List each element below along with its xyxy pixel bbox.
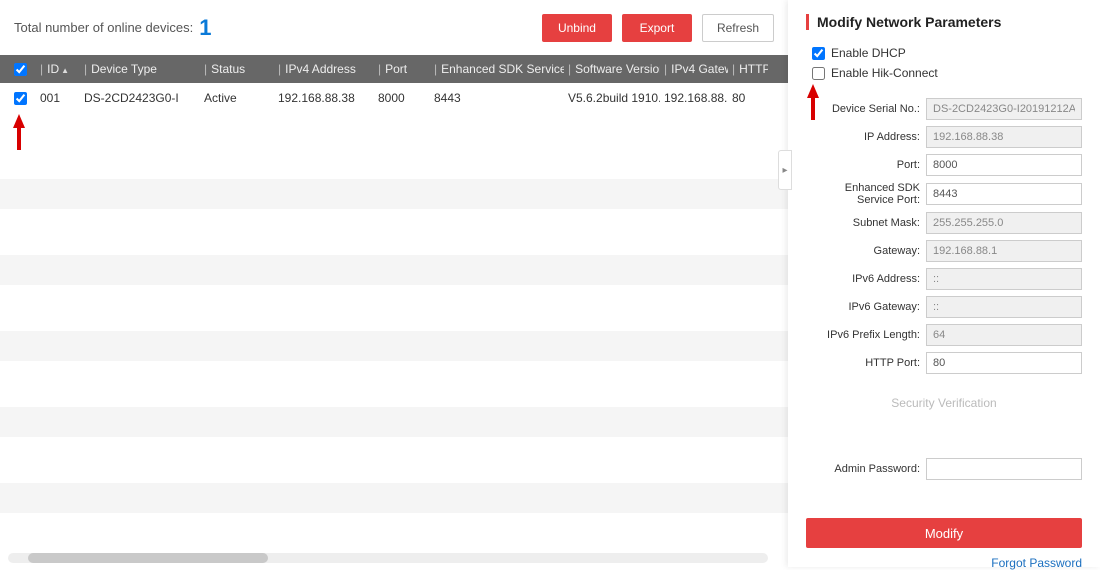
col-http[interactable]: HTTP xyxy=(739,62,768,76)
table-header: |ID▲ |Device Type |Status |IPv4 Address … xyxy=(0,55,788,83)
empty-row xyxy=(0,407,788,437)
cell-id: 001 xyxy=(36,91,80,105)
network-form: Device Serial No.: IP Address: Port: Enh… xyxy=(806,98,1082,570)
col-software-version[interactable]: Software Version xyxy=(575,62,660,76)
panel-title: Modify Network Parameters xyxy=(806,14,1082,30)
ipv6a-input xyxy=(926,268,1082,290)
modify-panel: ▸ Modify Network Parameters Enable DHCP … xyxy=(788,0,1100,567)
enable-dhcp-label: Enable DHCP xyxy=(831,46,906,60)
table-row[interactable]: 001 DS-2CD2423G0-I Active 192.168.88.38 … xyxy=(0,83,788,113)
select-all-checkbox[interactable] xyxy=(14,63,27,76)
cell-software-version: V5.6.2build 1910... xyxy=(564,91,660,105)
h-scrollbar[interactable] xyxy=(8,553,768,563)
device-count-label: Total number of online devices: xyxy=(14,20,193,35)
sort-icon: ▲ xyxy=(61,66,69,75)
mask-input xyxy=(926,212,1082,234)
col-ipv4-gateway[interactable]: IPv4 Gateway xyxy=(671,62,728,76)
gateway-input xyxy=(926,240,1082,262)
col-ipv4[interactable]: IPv4 Address xyxy=(285,62,356,76)
empty-row xyxy=(0,445,788,475)
serial-input xyxy=(926,98,1082,120)
admin-password-label: Admin Password: xyxy=(806,463,926,475)
table-body: 001 DS-2CD2423G0-I Active 192.168.88.38 … xyxy=(0,83,788,113)
col-status[interactable]: Status xyxy=(211,62,245,76)
mask-label: Subnet Mask: xyxy=(806,217,926,229)
h-scrollbar-thumb[interactable] xyxy=(28,553,268,563)
topbar: Total number of online devices: 1 Unbind… xyxy=(0,0,788,55)
cell-device-type: DS-2CD2423G0-I xyxy=(80,91,200,105)
device-count-value: 1 xyxy=(199,15,211,41)
empty-row xyxy=(0,331,788,361)
cell-http: 80 xyxy=(728,91,768,105)
empty-row xyxy=(0,369,788,399)
ipv6p-input xyxy=(926,324,1082,346)
enable-hikconnect-label: Enable Hik-Connect xyxy=(831,66,938,80)
http-port-input[interactable] xyxy=(926,352,1082,374)
enable-dhcp-checkbox[interactable] xyxy=(812,47,825,60)
ip-input xyxy=(926,126,1082,148)
forgot-password-link[interactable]: Forgot Password xyxy=(806,556,1082,570)
empty-row xyxy=(0,179,788,209)
ipv6g-input xyxy=(926,296,1082,318)
refresh-button[interactable]: Refresh xyxy=(702,14,774,42)
row-checkbox[interactable] xyxy=(14,92,27,105)
empty-row xyxy=(0,217,788,247)
cell-status: Active xyxy=(200,91,274,105)
sdk-port-input[interactable] xyxy=(926,183,1082,205)
cell-sdk-port: 8443 xyxy=(430,91,564,105)
empty-row xyxy=(0,293,788,323)
cell-ipv4: 192.168.88.38 xyxy=(274,91,374,105)
security-verification-label: Security Verification xyxy=(806,396,1082,410)
export-button[interactable]: Export xyxy=(622,14,692,42)
http-port-label: HTTP Port: xyxy=(806,357,926,369)
sdk-port-label: Enhanced SDK Service Port: xyxy=(806,182,926,206)
cell-port: 8000 xyxy=(374,91,430,105)
ipv6g-label: IPv6 Gateway: xyxy=(806,301,926,313)
top-buttons: Unbind Export Refresh xyxy=(542,14,774,42)
unbind-button[interactable]: Unbind xyxy=(542,14,612,42)
enable-hikconnect-checkbox[interactable] xyxy=(812,67,825,80)
empty-row xyxy=(0,255,788,285)
ipv6a-label: IPv6 Address: xyxy=(806,273,926,285)
ip-label: IP Address: xyxy=(806,131,926,143)
port-input[interactable] xyxy=(926,154,1082,176)
arrow-stem-icon xyxy=(811,96,815,120)
col-device-type[interactable]: Device Type xyxy=(91,62,157,76)
modify-button[interactable]: Modify xyxy=(806,518,1082,548)
col-id[interactable]: ID xyxy=(47,62,59,76)
empty-row xyxy=(0,483,788,513)
col-port[interactable]: Port xyxy=(385,62,407,76)
admin-password-input[interactable] xyxy=(926,458,1082,480)
cell-ipv4-gateway: 192.168.88.1 xyxy=(660,91,728,105)
device-list-area: Total number of online devices: 1 Unbind… xyxy=(0,0,788,567)
ipv6p-label: IPv6 Prefix Length: xyxy=(806,329,926,341)
port-label: Port: xyxy=(806,159,926,171)
arrow-stem-icon xyxy=(17,126,21,150)
col-sdk-port[interactable]: Enhanced SDK Service Port xyxy=(441,62,564,76)
panel-collapse-handle[interactable]: ▸ xyxy=(778,150,792,190)
serial-label: Device Serial No.: xyxy=(806,103,926,115)
gateway-label: Gateway: xyxy=(806,245,926,257)
